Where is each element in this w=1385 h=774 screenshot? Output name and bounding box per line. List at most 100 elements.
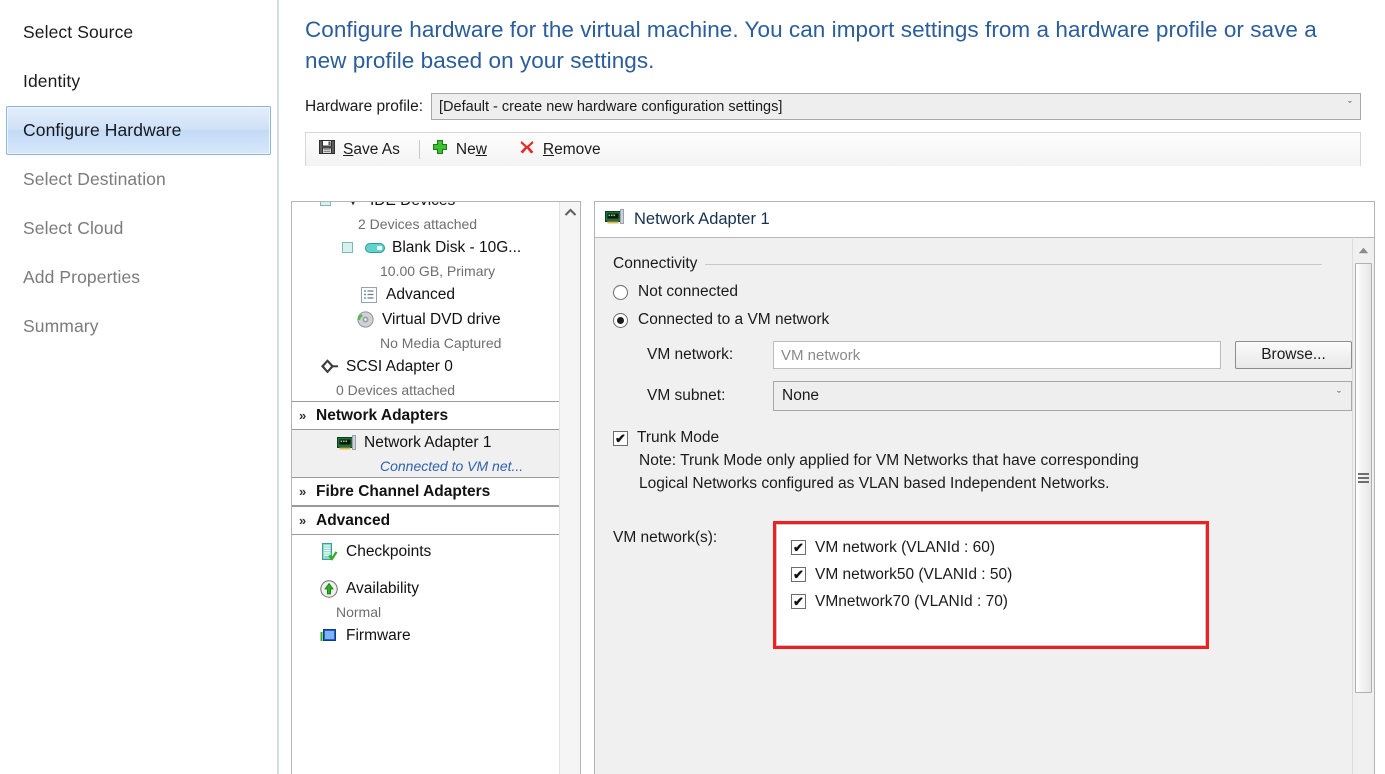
checkbox-icon[interactable]: ✔ xyxy=(791,567,806,582)
sidebar-item-label: Identity xyxy=(23,71,80,92)
tree-group-fibre-channel-adapters[interactable]: » Fibre Channel Adapters xyxy=(292,477,559,506)
tree-item-sublabel: 2 Devices attached xyxy=(292,213,559,235)
list-item[interactable]: ✔ VM network50 (VLANId : 50) xyxy=(791,561,1205,588)
list-item[interactable]: ✔ VMnetwork70 (VLANId : 70) xyxy=(791,588,1205,615)
wizard-content: Configure hardware for the virtual machi… xyxy=(279,0,1385,774)
chevron-down-icon: » xyxy=(299,484,316,499)
tree-item-sublabel: 0 Devices attached xyxy=(292,379,559,401)
configure-hardware-wizard: Select Source Identity Configure Hardwar… xyxy=(0,0,1385,774)
hardware-tree-scroller: ▾ IDE Devices 2 Devices attached Blank xyxy=(292,202,559,774)
checkbox-icon[interactable]: ✔ xyxy=(791,594,806,609)
tree-item-advanced-disk[interactable]: Advanced xyxy=(292,282,559,307)
vm-network-input[interactable]: VM network xyxy=(773,341,1221,369)
sidebar-item-add-properties[interactable]: Add Properties xyxy=(6,253,271,302)
sidebar-item-identity[interactable]: Identity xyxy=(6,57,271,106)
hardware-profile-select[interactable]: [Default - create new hardware configura… xyxy=(431,93,1361,120)
device-detail-panel: Network Adapter 1 Connectivity Not conne… xyxy=(594,201,1375,774)
tree-group-network-adapters[interactable]: » Network Adapters xyxy=(292,401,559,430)
tree-scrollbar[interactable] xyxy=(559,202,580,774)
vm-subnet-row: VM subnet: None ˇ xyxy=(613,381,1352,411)
hardware-profile-row: Hardware profile: [Default - create new … xyxy=(305,93,1361,120)
vm-subnet-label: VM subnet: xyxy=(613,387,773,405)
checkbox-icon[interactable]: ✔ xyxy=(613,431,628,446)
vm-networks-label: VM network(s): xyxy=(613,521,773,547)
tree-item-label: SCSI Adapter 0 xyxy=(346,358,453,376)
new-label: New xyxy=(456,141,487,159)
network-adapter-icon xyxy=(605,209,625,230)
hardware-profile-label: Hardware profile: xyxy=(305,98,423,116)
radio-label: Not connected xyxy=(638,283,738,301)
checkbox-icon[interactable]: ✔ xyxy=(791,540,806,555)
remove-button[interactable]: Remove xyxy=(516,136,611,163)
tree-item-availability[interactable]: Availability xyxy=(292,576,559,601)
toolbar-spacer xyxy=(506,140,507,159)
firmware-icon xyxy=(318,627,340,645)
new-button[interactable]: New xyxy=(429,136,497,163)
detail-title: Network Adapter 1 xyxy=(634,210,770,229)
chevron-up-icon: » xyxy=(299,408,316,423)
hardware-profile-toolbar: Save As New Remove xyxy=(305,132,1361,166)
list-item[interactable]: ✔ VM network (VLANId : 60) xyxy=(791,534,1205,561)
chevron-down-icon: ˇ xyxy=(1340,101,1360,112)
sidebar-item-label: Add Properties xyxy=(23,267,140,288)
connectivity-group-label: Connectivity xyxy=(613,255,1352,273)
sidebar-item-label: Select Cloud xyxy=(23,218,123,239)
sidebar-item-configure-hardware[interactable]: Configure Hardware xyxy=(6,106,271,155)
sidebar-item-label: Select Source xyxy=(23,22,133,43)
tree-group-advanced[interactable]: » Advanced xyxy=(292,506,559,535)
tree-item-firmware[interactable]: Firmware xyxy=(292,623,559,648)
connectivity-legend: Connectivity xyxy=(613,255,697,273)
radio-not-connected[interactable]: Not connected xyxy=(613,283,1352,301)
page-title: Configure hardware for the virtual machi… xyxy=(293,0,1353,76)
tree-item-ide-devices[interactable]: ▾ IDE Devices xyxy=(292,202,559,213)
tree-item-sublabel: Connected to VM net... xyxy=(292,455,559,477)
hardware-tree-panel: ▾ IDE Devices 2 Devices attached Blank xyxy=(291,201,581,774)
green-plus-icon xyxy=(431,138,449,161)
scrollbar-thumb[interactable] xyxy=(1355,263,1372,693)
tree-item-scsi-adapter-0[interactable]: SCSI Adapter 0 xyxy=(292,354,559,379)
tree-item-virtual-dvd-drive[interactable]: Virtual DVD drive xyxy=(292,307,559,332)
detail-body: Connectivity Not connected Connected to … xyxy=(595,239,1352,774)
trunk-mode-note: Note: Trunk Mode only applied for VM Net… xyxy=(639,449,1179,495)
tree-item-label: Firmware xyxy=(346,627,411,645)
tree-item-checkpoints[interactable]: Checkpoints xyxy=(292,539,559,564)
checkpoints-icon xyxy=(318,543,340,561)
chevron-down-icon: ▾ xyxy=(342,202,364,210)
tree-group-label: Fibre Channel Adapters xyxy=(316,483,490,501)
tree-item-sublabel: No Media Captured xyxy=(292,332,559,354)
list-item-label: VMnetwork70 (VLANId : 70) xyxy=(815,593,1008,611)
availability-icon xyxy=(318,580,340,598)
sidebar-item-label: Configure Hardware xyxy=(23,120,181,141)
vm-network-label: VM network: xyxy=(613,346,773,364)
sidebar-item-label: Select Destination xyxy=(23,169,166,190)
sidebar-item-select-cloud[interactable]: Select Cloud xyxy=(6,204,271,253)
tree-item-label: Blank Disk - 10G... xyxy=(392,239,521,257)
advanced-list-icon xyxy=(358,286,380,304)
detail-header: Network Adapter 1 xyxy=(595,202,1374,238)
sidebar-item-summary[interactable]: Summary xyxy=(6,302,271,351)
browse-button[interactable]: Browse... xyxy=(1235,341,1352,369)
hardware-tree: ▾ IDE Devices 2 Devices attached Blank xyxy=(292,202,559,648)
detail-scrollbar[interactable] xyxy=(1352,239,1374,774)
tree-item-blank-disk[interactable]: Blank Disk - 10G... xyxy=(292,235,559,260)
radio-icon[interactable] xyxy=(613,285,628,300)
expander-icon[interactable] xyxy=(336,239,358,257)
tree-item-label: Advanced xyxy=(386,286,455,304)
trunk-mode-checkbox-row[interactable]: ✔ Trunk Mode xyxy=(613,429,1352,447)
radio-label: Connected to a VM network xyxy=(638,311,829,329)
sidebar-item-select-destination[interactable]: Select Destination xyxy=(6,155,271,204)
disk-icon xyxy=(364,239,386,257)
radio-icon-selected[interactable] xyxy=(613,313,628,328)
sidebar-item-select-source[interactable]: Select Source xyxy=(6,8,271,57)
floppy-disk-icon xyxy=(318,138,336,161)
scroll-up-icon[interactable] xyxy=(1353,239,1374,261)
tree-group-label: Network Adapters xyxy=(316,407,448,425)
tree-item-network-adapter-1[interactable]: Network Adapter 1 Connected to VM net... xyxy=(292,430,559,477)
save-as-button[interactable]: Save As xyxy=(316,136,410,163)
tree-item-label: Virtual DVD drive xyxy=(382,311,501,329)
vm-networks-list[interactable]: ✔ VM network (VLANId : 60) ✔ VM network5… xyxy=(776,524,1206,646)
expander-collapse-icon[interactable] xyxy=(314,202,336,210)
radio-connected-to-vm-network[interactable]: Connected to a VM network xyxy=(613,311,1352,329)
vm-subnet-select[interactable]: None ˇ xyxy=(773,381,1352,411)
scroll-up-icon[interactable] xyxy=(560,202,580,222)
